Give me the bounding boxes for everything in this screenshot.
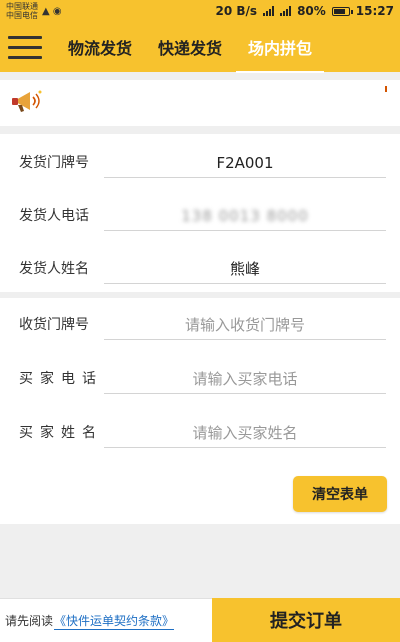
battery-fill [333, 8, 345, 14]
sender-name-field[interactable]: 熊峰 [104, 254, 386, 284]
tab-express-shipping[interactable]: 快递发货 [158, 31, 222, 63]
signal-icon-2 [280, 6, 292, 16]
buyer-name-label: 买家姓名 [19, 425, 103, 441]
notice-marker [385, 86, 387, 92]
contract-terms-link[interactable]: 《快件运单契约条款》 [54, 612, 175, 630]
sender-phone-field[interactable]: 138 0013 8000 [104, 201, 386, 231]
carrier-1: 中国联通 [6, 2, 38, 11]
receiver-store-label: 收货门牌号 [19, 317, 89, 333]
buyer-phone-input[interactable] [104, 369, 386, 388]
tab-onsite-consolidation[interactable]: 场内拼包 [236, 31, 325, 73]
app-bar: 物流发货 快递发货 场内拼包 [0, 22, 400, 73]
tab-logistics-shipping[interactable]: 物流发货 [68, 31, 132, 63]
carrier-names: 中国联通 中国电信 [6, 2, 38, 20]
notification-icons: ▲ ◉ [42, 5, 62, 17]
sender-phone-row: 发货人电话 138 0013 8000 [0, 191, 400, 231]
sender-phone-value: 138 0013 8000 [181, 206, 309, 225]
menu-icon[interactable] [8, 22, 54, 72]
buyer-name-input[interactable] [104, 423, 386, 442]
signal-icon [263, 6, 275, 16]
carrier-2: 中国电信 [6, 11, 38, 20]
battery-percent: 80% [297, 4, 326, 18]
sender-store-field[interactable]: F2A001 [104, 148, 386, 178]
sender-card: 发货门牌号 F2A001 发货人电话 138 0013 8000 发货人姓名 熊… [0, 134, 400, 292]
sender-name-label: 发货人姓名 [19, 261, 89, 277]
sender-store-row: 发货门牌号 F2A001 [0, 138, 400, 178]
status-right: 20 B/s 80% 15:27 [216, 4, 395, 18]
buyer-phone-row: 买家电话 [0, 354, 400, 394]
sender-store-label: 发货门牌号 [19, 155, 89, 171]
buyer-name-row: 买家姓名 [0, 408, 400, 448]
receiver-store-input[interactable] [104, 315, 386, 334]
sender-name-value: 熊峰 [229, 260, 260, 278]
megaphone-icon [12, 90, 42, 112]
notice-bar [0, 80, 400, 126]
sender-phone-label: 发货人电话 [19, 208, 89, 224]
status-bar: 中国联通 中国电信 ▲ ◉ 20 B/s 80% 15:27 [0, 0, 400, 22]
tab-bar: 物流发货 快递发货 场内拼包 [68, 31, 338, 73]
buyer-phone-field [104, 364, 386, 394]
buyer-name-field [104, 418, 386, 448]
receiver-store-row: 收货门牌号 [0, 300, 400, 340]
sender-name-row: 发货人姓名 熊峰 [0, 244, 400, 284]
read-first-text: 请先阅读 [5, 614, 54, 628]
buyer-phone-label: 买家电话 [19, 371, 103, 387]
receiver-store-field [104, 310, 386, 340]
network-speed: 20 B/s [215, 4, 258, 18]
battery-icon [331, 6, 353, 16]
submit-order-button[interactable]: 提交订单 [212, 598, 400, 642]
clear-form-button[interactable]: 清空表单 [293, 476, 387, 512]
receiver-card: 收货门牌号 买家电话 买家姓名 [0, 298, 400, 460]
clock: 15:27 [355, 4, 394, 18]
sender-store-value: F2A001 [216, 153, 274, 172]
